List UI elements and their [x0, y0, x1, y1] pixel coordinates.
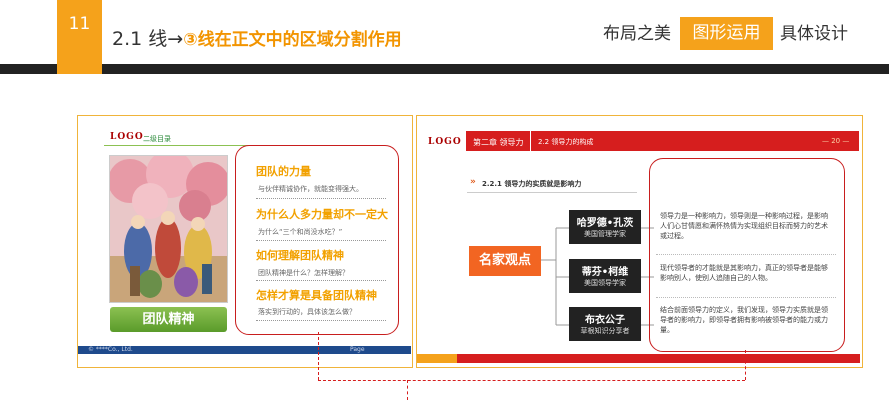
right-slide-footer-accent	[417, 354, 457, 363]
person-card-2: 蒂芬•柯维 美国领导学家	[569, 259, 641, 293]
item-title-2: 为什么人多力量却不一定大	[256, 208, 388, 221]
left-slide-logo: LOGO	[110, 132, 144, 142]
page-title: 2.1 线→③线在正文中的区域分割作用	[112, 24, 402, 51]
left-slide-page: Page	[350, 346, 365, 353]
item-sub-1: 与伙伴精诚协作，就能变得强大。	[258, 185, 363, 193]
title-prefix: 2.1 线→	[112, 28, 184, 50]
item-divider	[256, 280, 386, 281]
person-name-2: 蒂芬•柯维	[581, 267, 629, 278]
header-divider-accent	[57, 64, 102, 74]
section-number-badge	[57, 0, 102, 72]
quote-1: 领导力是一种影响力，领导则是一种影响过程，是影响人们心甘情愿和满怀热情为实现组织…	[660, 212, 828, 240]
item-sub-4: 落实到行动的，具体该怎么做？	[258, 308, 356, 316]
person-name-3: 布衣公子	[585, 315, 625, 326]
item-title-4: 怎样才算是具备团队精神	[256, 289, 377, 302]
nav-item-graphics-active[interactable]: 图形运用	[680, 17, 773, 50]
quote-divider	[656, 297, 836, 298]
person-card-3: 布衣公子 草根知识分享者	[569, 307, 641, 341]
right-slide-footer-bar	[417, 354, 860, 363]
person-card-1: 哈罗德•孔茨 美国管理学家	[569, 210, 641, 244]
dashed-connector-left	[318, 332, 319, 380]
item-title-1: 团队的力量	[256, 165, 311, 178]
nav-item-design[interactable]: 具体设计	[780, 18, 848, 50]
dashed-connector-bottom	[318, 380, 745, 381]
title-highlight: ③线在正文中的区域分割作用	[183, 30, 402, 50]
team-illustration-image	[109, 155, 228, 303]
header-divider-bar	[0, 64, 889, 74]
nav-item-layout[interactable]: 布局之美	[603, 18, 671, 50]
person-role-1: 美国管理学家	[584, 230, 626, 238]
item-sub-3: 团队精神是什么？怎样理解？	[258, 269, 349, 277]
left-slide-subtitle: 二级目录	[143, 135, 171, 143]
team-spirit-button[interactable]: 团队精神	[110, 307, 227, 332]
dashed-connector-right	[745, 350, 746, 380]
quote-divider	[656, 254, 836, 255]
famous-views-label: 名家观点	[469, 246, 541, 276]
item-title-3: 如何理解团队精神	[256, 249, 344, 262]
item-divider	[256, 320, 386, 321]
item-sub-2: 为什么“三个和尚没水吃？”	[258, 228, 343, 236]
item-divider	[256, 198, 386, 199]
person-role-3: 草根知识分享者	[580, 327, 630, 335]
item-divider	[256, 240, 386, 241]
left-slide-copyright: © ****Co., Ltd.	[88, 346, 133, 353]
quote-2: 现代领导者的才能就是其影响力，真正的领导者是能够影响别人，使别人追随自己的人物。	[660, 264, 828, 282]
person-name-1: 哈罗德•孔茨	[576, 218, 634, 229]
section-number: 11	[68, 14, 91, 34]
dashed-connector-down	[407, 380, 408, 400]
person-role-2: 美国领导学家	[584, 279, 626, 287]
quote-3: 结合前面领导力的定义，我们发现，领导力实质就是领导者的影响力，即领导者拥有影响被…	[660, 306, 828, 334]
